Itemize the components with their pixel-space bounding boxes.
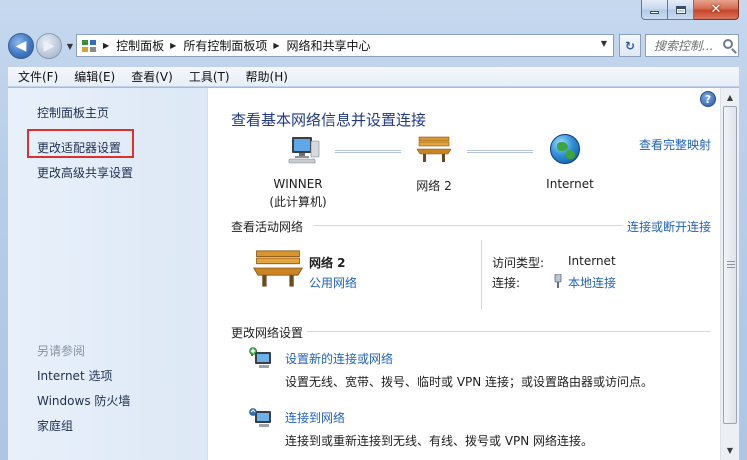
new-connection-icon	[249, 347, 271, 368]
help-icon[interactable]: ?	[700, 91, 716, 107]
node-label-computer-sub: (此计算机)	[269, 195, 327, 209]
plug-icon	[554, 274, 562, 288]
sidebar-item-change-advanced-sharing[interactable]: 更改高级共享设置	[37, 164, 133, 181]
breadcrumb-separator-icon[interactable]: ▶	[273, 41, 279, 50]
arrow-left-icon: ◀	[15, 38, 27, 54]
node-label-computer: WINNER	[273, 177, 323, 191]
connect-network-icon	[249, 408, 271, 427]
section-divider	[313, 225, 623, 226]
control-panel-icon	[81, 38, 97, 54]
maximize-icon	[675, 5, 686, 14]
close-icon: ✕	[710, 2, 722, 17]
change-settings-heading: 更改网络设置	[231, 326, 304, 340]
access-type-value: Internet	[568, 254, 616, 268]
active-network-name: 网络 2	[309, 256, 346, 270]
breadcrumb-all-items[interactable]: 所有控制面板项	[183, 37, 267, 54]
menu-help[interactable]: 帮助(H)	[246, 68, 288, 85]
sidebar-item-change-adapter-settings[interactable]: 更改适配器设置	[37, 139, 121, 156]
connection-line	[335, 150, 401, 153]
recent-pages-dropdown[interactable]: ▼	[64, 42, 76, 51]
maximize-button[interactable]	[668, 0, 694, 20]
address-bar[interactable]: ▶ 控制面板 ▶ 所有控制面板项 ▶ 网络和共享中心 ▼	[76, 34, 614, 57]
menu-tools[interactable]: 工具(T)	[189, 68, 230, 85]
view-full-map-link[interactable]: 查看完整映射	[639, 136, 711, 153]
access-type-label: 访问类型:	[492, 256, 545, 270]
close-button[interactable]: ✕	[694, 0, 739, 20]
network-type-link[interactable]: 公用网络	[309, 274, 357, 291]
breadcrumb-separator-icon[interactable]: ▶	[103, 41, 109, 50]
minimize-button[interactable]	[641, 0, 668, 20]
task-connect-network-desc: 连接到或重新连接到无线、有线、拨号或 VPN 网络连接。	[285, 434, 594, 448]
arrow-right-icon: ▶	[43, 38, 55, 54]
refresh-icon: ↻	[624, 38, 636, 53]
search-placeholder: 搜索控制...	[654, 39, 714, 53]
window-caption-buttons: ✕	[641, 0, 739, 20]
see-also-heading: 另请参阅	[37, 344, 86, 358]
connections-label: 连接:	[492, 276, 521, 290]
refresh-button[interactable]: ↻	[619, 34, 641, 57]
task-connect-network-link[interactable]: 连接到网络	[285, 409, 345, 426]
section-divider	[307, 331, 711, 332]
node-label-internet: Internet	[546, 177, 594, 191]
main-panel: ? 查看基本网络信息并设置连接 查看完整映射 WINNER (此计算机) 网络 …	[209, 88, 720, 460]
computer-icon[interactable]	[287, 135, 321, 165]
connection-line	[467, 150, 533, 153]
breadcrumb-network-center[interactable]: 网络和共享中心	[287, 37, 371, 54]
menu-file[interactable]: 文件(F)	[18, 68, 58, 85]
back-button[interactable]: ◀	[8, 33, 34, 59]
scroll-up-icon[interactable]: ▲	[721, 89, 739, 106]
search-icon[interactable]	[723, 39, 733, 49]
sidebar-item-control-panel-home[interactable]: 控制面板主页	[37, 104, 109, 121]
active-networks-heading: 查看活动网络	[231, 220, 304, 234]
vertical-divider	[481, 240, 482, 310]
breadcrumb-control-panel[interactable]: 控制面板	[116, 37, 164, 54]
menu-view[interactable]: 查看(V)	[131, 68, 173, 85]
search-input[interactable]: 搜索控制...	[645, 34, 739, 57]
globe-icon[interactable]	[550, 134, 580, 164]
sidebar-item-homegroup[interactable]: 家庭组	[37, 417, 73, 434]
breadcrumb-separator-icon[interactable]: ▶	[170, 41, 176, 50]
sidebar-item-internet-options[interactable]: Internet 选项	[37, 367, 112, 384]
forward-button[interactable]: ▶	[36, 33, 62, 59]
sidebar-item-windows-firewall[interactable]: Windows 防火墙	[37, 392, 130, 409]
menu-bar: 文件(F) 编辑(E) 查看(V) 工具(T) 帮助(H)	[8, 66, 739, 86]
content-area: 控制面板主页 更改适配器设置 更改高级共享设置 另请参阅 Internet 选项…	[8, 87, 739, 460]
sidebar: 控制面板主页 更改适配器设置 更改高级共享设置 另请参阅 Internet 选项…	[8, 88, 208, 460]
bench-icon	[253, 250, 303, 287]
navigation-bar: ◀ ▶ ▼ ▶ 控制面板 ▶ 所有控制面板项 ▶ 网络和共享中心 ▼ ↻ 搜索控…	[8, 30, 739, 62]
minimize-icon	[650, 11, 659, 14]
node-label-network: 网络 2	[416, 179, 452, 193]
window-frame: ✕ ◀ ▶ ▼ ▶ 控制面板 ▶ 所有控制面板项 ▶ 网络和共享中心 ▼ ↻ 搜…	[0, 0, 747, 460]
scrollbar-thumb[interactable]	[723, 106, 737, 424]
menu-edit[interactable]: 编辑(E)	[74, 68, 115, 85]
vertical-scrollbar[interactable]: ▲ ▼	[720, 88, 739, 460]
scroll-down-icon[interactable]: ▼	[721, 442, 739, 459]
task-setup-connection-desc: 设置无线、宽带、拨号、临时或 VPN 连接；或设置路由器或访问点。	[285, 375, 654, 389]
page-title: 查看基本网络信息并设置连接	[231, 111, 427, 129]
connect-disconnect-link[interactable]: 连接或断开连接	[627, 218, 711, 235]
local-connection-link[interactable]: 本地连接	[568, 274, 616, 291]
address-dropdown-icon[interactable]: ▼	[601, 39, 607, 48]
bench-icon[interactable]	[417, 135, 451, 163]
task-setup-connection-link[interactable]: 设置新的连接或网络	[285, 350, 393, 367]
